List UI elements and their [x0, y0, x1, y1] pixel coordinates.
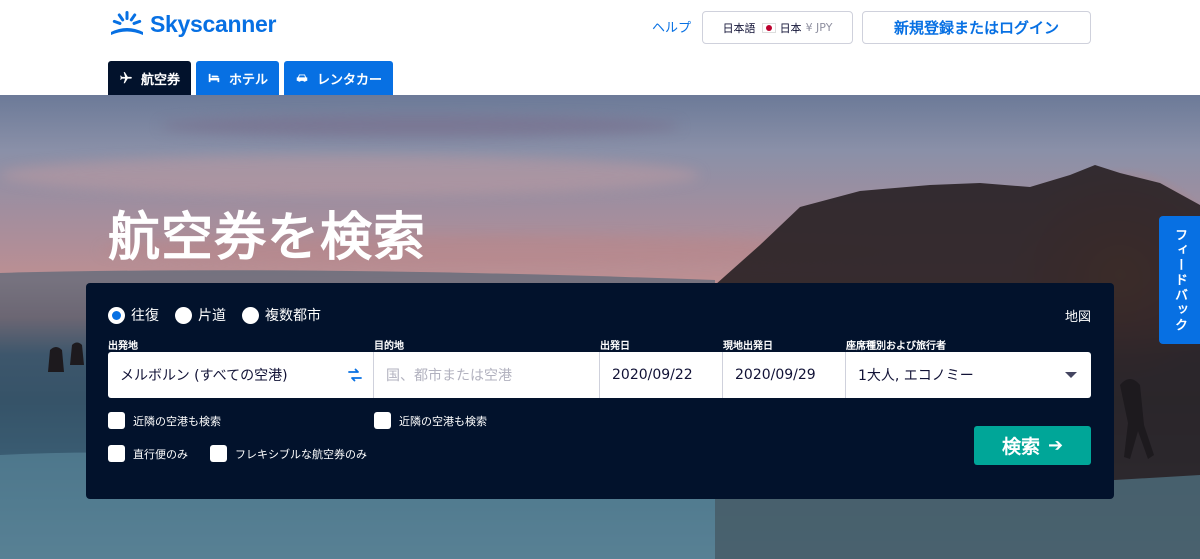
arrow-right-icon: ➔: [1047, 435, 1064, 456]
tab-flights-label: 航空券: [141, 72, 181, 88]
cabin-travellers-select[interactable]: 1大人, エコノミー: [846, 352, 1091, 398]
language-label: 日本語: [722, 21, 756, 35]
flight-search-panel: 往復 片道 複数都市 地図 出発地 目的地 出発日 現地出発日 座席種別および旅…: [86, 283, 1114, 499]
origin-input[interactable]: メルボルン (すべての空港): [108, 352, 374, 398]
cabin-travellers-label: 座席種別および旅行者: [846, 341, 946, 352]
bed-icon: [208, 73, 220, 83]
tab-hotels[interactable]: ホテル: [196, 61, 280, 95]
search-button-label: 検索: [1001, 436, 1040, 458]
destination-placeholder: 国、都市または空港: [386, 368, 512, 384]
checkbox-box: [210, 445, 227, 462]
hero-title: 航空券を検索: [108, 208, 427, 268]
destination-input[interactable]: 国、都市または空港: [374, 352, 600, 398]
depart-date-input[interactable]: 2020/09/22: [600, 352, 723, 398]
tab-flights[interactable]: 航空券: [108, 61, 192, 95]
checkbox-nearby-origin-label: 近隣の空港も検索: [133, 414, 221, 428]
checkbox-direct-only-label: 直行便のみ: [133, 447, 188, 461]
origin-label: 出発地: [108, 341, 138, 352]
search-button[interactable]: 検索 ➔: [974, 426, 1091, 465]
depart-date-label: 出発日: [600, 341, 630, 352]
radio-round-trip-label: 往復: [131, 308, 159, 324]
checkbox-direct-only[interactable]: 直行便のみ: [108, 445, 188, 462]
checkbox-box: [374, 412, 391, 429]
radio-dot: [175, 306, 192, 324]
cabin-travellers-value: 1大人, エコノミー: [858, 368, 974, 384]
japan-flag-icon: [761, 22, 776, 33]
origin-value: メルボルン (すべての空港): [120, 368, 288, 384]
checkbox-nearby-destination[interactable]: 近隣の空港も検索: [374, 412, 487, 429]
sunrise-logo-icon: [111, 11, 143, 35]
destination-label: 目的地: [374, 341, 404, 352]
chevron-down-icon: [1065, 372, 1077, 378]
tab-car-hire[interactable]: レンタカー: [284, 61, 394, 95]
return-date-label: 現地出発日: [723, 341, 773, 352]
return-date-value: 2020/09/29: [735, 367, 816, 383]
header: Skyscanner ヘルプ 日本語 日本 ¥ JPY 新規登録またはログイン …: [0, 0, 1200, 95]
return-date-input[interactable]: 2020/09/29: [723, 352, 846, 398]
checkbox-flexible-only-label: フレキシブルな航空券のみ: [235, 447, 367, 461]
feedback-tab[interactable]: フィードバック: [1159, 216, 1200, 344]
trip-type-radio-group: 往復 片道 複数都市: [108, 305, 337, 325]
map-link[interactable]: 地図: [1065, 306, 1091, 325]
radio-one-way[interactable]: 片道: [175, 305, 226, 325]
search-fields: メルボルン (すべての空港) 国、都市または空港 2020/09/22 2020…: [108, 352, 1091, 398]
checkbox-nearby-origin[interactable]: 近隣の空港も検索: [108, 412, 221, 429]
checkbox-box: [108, 412, 125, 429]
radio-multi-city[interactable]: 複数都市: [242, 305, 321, 325]
checkbox-box: [108, 445, 125, 462]
currency-label: ¥ JPY: [805, 21, 833, 34]
skyscanner-logo[interactable]: Skyscanner: [108, 9, 276, 39]
checkbox-flexible-only[interactable]: フレキシブルな航空券のみ: [210, 445, 367, 462]
plane-icon: [120, 72, 132, 84]
logo-text: Skyscanner: [150, 10, 277, 37]
radio-one-way-label: 片道: [198, 308, 226, 324]
tab-car-hire-label: レンタカー: [317, 72, 383, 88]
signup-login-button[interactable]: 新規登録またはログイン: [862, 11, 1091, 44]
radio-round-trip[interactable]: 往復: [108, 305, 159, 325]
radio-multi-city-label: 複数都市: [265, 308, 321, 324]
checkbox-nearby-destination-label: 近隣の空港も検索: [399, 414, 487, 428]
tab-hotels-label: ホテル: [229, 72, 269, 88]
product-tabs: 航空券 ホテル レンタカー: [108, 61, 398, 95]
help-link[interactable]: ヘルプ: [652, 17, 691, 36]
car-icon: [296, 74, 308, 82]
swap-icon[interactable]: [347, 367, 363, 383]
depart-date-value: 2020/09/22: [612, 367, 693, 383]
country-label: 日本: [779, 21, 802, 35]
radio-dot: [242, 306, 259, 324]
locale-button[interactable]: 日本語 日本 ¥ JPY: [702, 11, 853, 44]
radio-dot: [108, 306, 125, 324]
